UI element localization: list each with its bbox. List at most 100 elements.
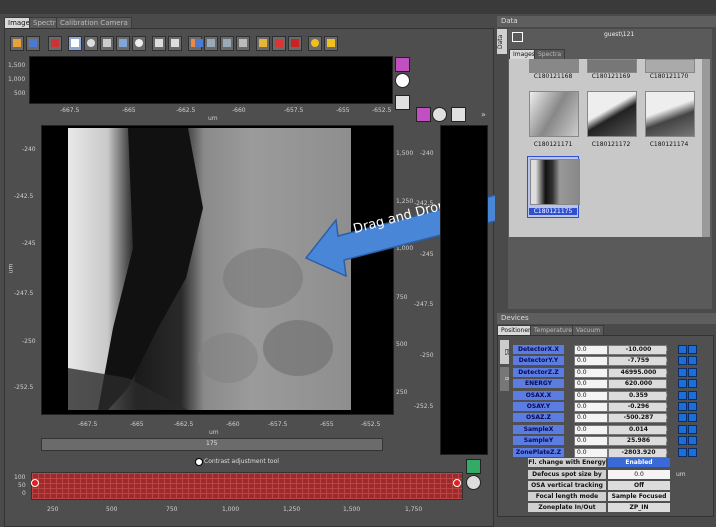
- positioner-stop-icon[interactable]: [678, 436, 687, 446]
- folder-icon[interactable]: [512, 32, 523, 42]
- positioner-setpoint-input[interactable]: 0.0: [574, 436, 608, 447]
- positioner-name[interactable]: ZonePlateZ.Z: [513, 447, 564, 457]
- positioner-name[interactable]: OSAZ.Z: [513, 413, 564, 423]
- image-y-tick-right: 750: [396, 294, 408, 301]
- top-plot-y-tick: 1,500: [8, 62, 26, 69]
- positioner-stop-icon[interactable]: [678, 447, 687, 457]
- positioner-config-icon[interactable]: [688, 345, 697, 354]
- positioner-stop-icon[interactable]: [678, 424, 687, 434]
- thumbnail-image[interactable]: [645, 91, 695, 137]
- thumbnail-image[interactable]: [587, 59, 637, 73]
- positioner-config-icon[interactable]: [688, 402, 697, 411]
- print-button[interactable]: [152, 36, 166, 51]
- contrast-colormap-button[interactable]: [466, 459, 481, 474]
- positioner-setpoint-input[interactable]: 0.0: [574, 413, 608, 424]
- positioner-name[interactable]: ENERGY: [513, 379, 564, 389]
- sun-button[interactable]: [308, 36, 322, 51]
- contrast-button[interactable]: [395, 73, 410, 88]
- camera-button[interactable]: [100, 36, 114, 51]
- positioner-stop-icon[interactable]: [678, 390, 687, 400]
- devices-side-tab-es[interactable]: ES: [500, 340, 509, 364]
- positioner-setpoint-input[interactable]: 0.0: [574, 424, 608, 435]
- zoneplate-in-out-toggle[interactable]: ZP_IN: [608, 503, 670, 512]
- positioner-setpoint-input[interactable]: 0.0: [574, 447, 608, 458]
- tab-data-spectra[interactable]: Spectra: [534, 49, 566, 59]
- roi-button[interactable]: [188, 36, 203, 51]
- thumbnail-image[interactable]: [529, 91, 579, 137]
- positioner-name[interactable]: OSAX.X: [513, 390, 564, 400]
- positioner-config-icon[interactable]: [688, 367, 697, 377]
- positioner-stop-icon[interactable]: [678, 413, 687, 423]
- positioner-name[interactable]: DetectorY.Y: [513, 356, 564, 366]
- clear-button[interactable]: [48, 36, 62, 51]
- select-tool-button[interactable]: [68, 36, 82, 51]
- positioner-setpoint-input[interactable]: 0.0: [574, 345, 608, 355]
- printer-icon: [155, 39, 163, 47]
- positioner-name[interactable]: DetectorZ.Z: [513, 367, 564, 377]
- thumbnail-caption: C180121169: [591, 73, 631, 80]
- image-x-tick: -657.5: [268, 421, 288, 428]
- positioner-config-icon[interactable]: [688, 379, 697, 389]
- move-button[interactable]: [324, 36, 338, 51]
- positioner-stop-icon[interactable]: [678, 345, 687, 354]
- open-folder-button[interactable]: [10, 36, 24, 51]
- axis-tool-button[interactable]: [256, 36, 270, 51]
- positioner-name[interactable]: DetectorX.X: [513, 345, 564, 354]
- thumbnail-caption: C180121168: [533, 73, 573, 80]
- settings-button[interactable]: [84, 36, 98, 51]
- positioner-config-icon[interactable]: [688, 424, 697, 434]
- positioner-stop-icon[interactable]: [678, 379, 687, 389]
- expand-chevron-icon[interactable]: »: [481, 110, 486, 119]
- contrast-max-handle[interactable]: [453, 479, 461, 487]
- line-tool-button[interactable]: [204, 36, 218, 51]
- data-side-tab[interactable]: Data: [497, 29, 507, 54]
- fl-change-energy-toggle[interactable]: Enabled: [608, 458, 670, 467]
- positioner-name[interactable]: OSAY.Y: [513, 402, 564, 411]
- osa-vertical-tracking-toggle[interactable]: Off: [608, 481, 670, 490]
- stop-button[interactable]: [288, 36, 302, 51]
- grid-tool-button[interactable]: [272, 36, 286, 51]
- contrast-histogram[interactable]: [31, 472, 463, 500]
- top-plot-x-tick: -667.5: [60, 107, 80, 114]
- colormap-button[interactable]: [395, 57, 410, 72]
- zoom-button[interactable]: [132, 36, 146, 51]
- thumbnail-image[interactable]: [645, 59, 695, 73]
- thumbnail-image-selected[interactable]: [530, 159, 580, 205]
- point-tool-button[interactable]: [236, 36, 250, 51]
- thumbnail-scrollbar[interactable]: [702, 59, 710, 237]
- positioner-setpoint-input[interactable]: 0.0: [574, 356, 608, 367]
- colormap-button-2[interactable]: [416, 107, 431, 122]
- positioner-config-icon[interactable]: [688, 436, 697, 446]
- positioner-stop-icon[interactable]: [678, 402, 687, 411]
- positioner-config-icon[interactable]: [688, 447, 697, 457]
- positioner-setpoint-input[interactable]: 0.0: [574, 402, 608, 412]
- positioner-config-icon[interactable]: [688, 356, 697, 366]
- histogram-button[interactable]: [395, 95, 410, 110]
- defocus-spot-size-input[interactable]: 0.0: [608, 470, 670, 479]
- positioner-stop-icon[interactable]: [678, 367, 687, 377]
- image-x-unit: um: [209, 429, 219, 436]
- segment-tool-button[interactable]: [220, 36, 234, 51]
- positioner-setpoint-input[interactable]: 0.0: [574, 367, 608, 378]
- positioner-config-icon[interactable]: [688, 413, 697, 423]
- save-button[interactable]: [26, 36, 40, 51]
- contrast-auto-button[interactable]: [466, 475, 481, 490]
- tab-vacuum[interactable]: Vacuum: [572, 325, 605, 335]
- positioner-name[interactable]: SampleX: [513, 424, 564, 434]
- thumbnail-caption: C180121174: [649, 141, 689, 148]
- positioner-config-icon[interactable]: [688, 390, 697, 400]
- devices-side-tab-b[interactable]: B: [500, 367, 509, 391]
- contrast-min-handle[interactable]: [31, 479, 39, 487]
- thumbnail-image[interactable]: [587, 91, 637, 137]
- positioner-setpoint-input[interactable]: 0.0: [574, 379, 608, 390]
- image-button[interactable]: [116, 36, 130, 51]
- focal-length-mode-select[interactable]: Sample Focused: [608, 492, 670, 501]
- contrast-button-2[interactable]: [432, 107, 447, 122]
- histogram-button-2[interactable]: [451, 107, 466, 122]
- contrast-x-tick: 1,500: [343, 506, 361, 513]
- positioner-setpoint-input[interactable]: 0.0: [574, 390, 608, 401]
- copy-button[interactable]: [168, 36, 182, 51]
- thumbnail-image[interactable]: [529, 59, 579, 73]
- positioner-name[interactable]: SampleY: [513, 436, 564, 446]
- positioner-stop-icon[interactable]: [678, 356, 687, 366]
